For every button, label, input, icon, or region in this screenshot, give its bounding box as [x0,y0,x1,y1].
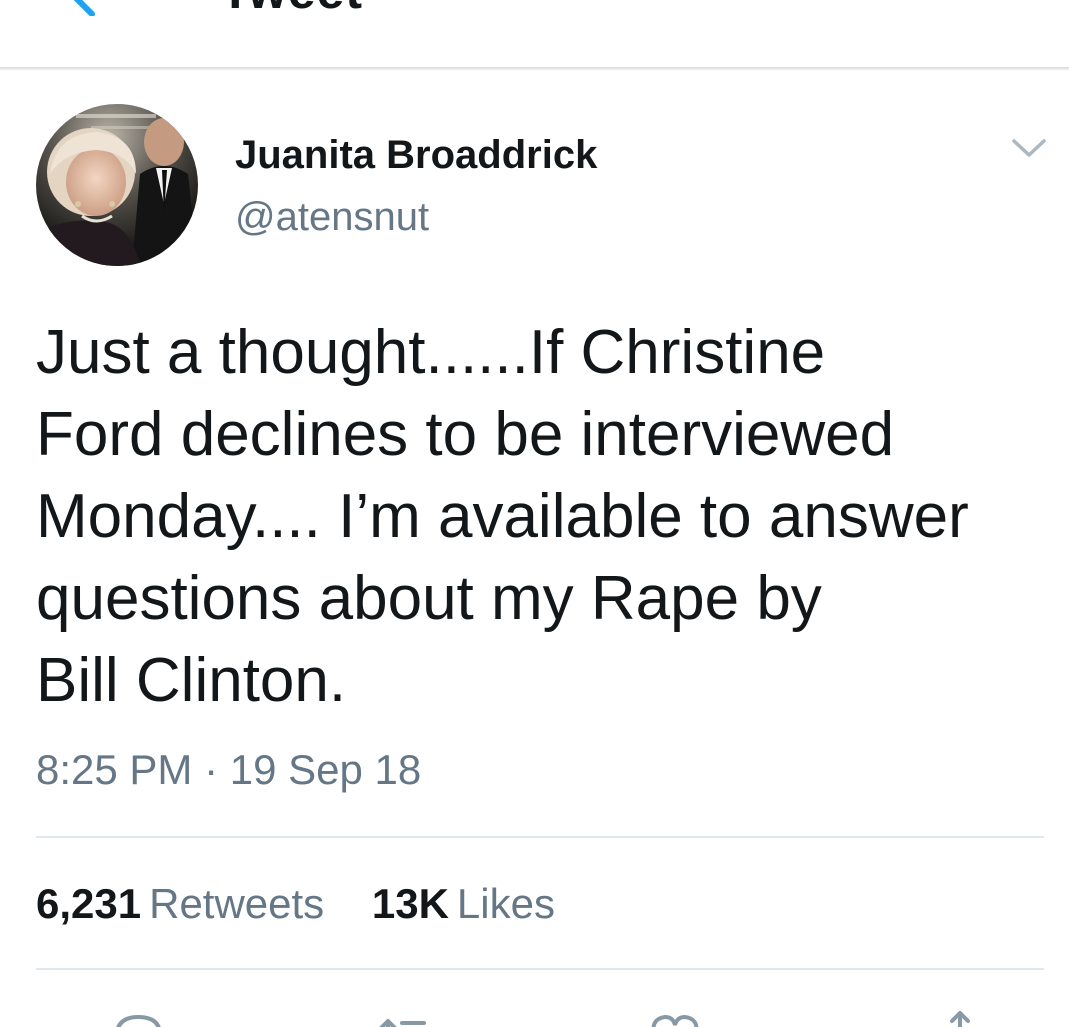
chevron-left-icon[interactable] [58,0,108,16]
likes-count: 13K [371,880,449,927]
avatar[interactable] [36,104,198,266]
tweet-page: Tweet [0,0,1069,1027]
tweet-text-line: Ford declines to be interviewed [36,400,895,469]
share-icon[interactable] [930,1005,990,1027]
tweet-text-line: Just a thought......If Christine [36,318,826,387]
author-handle[interactable]: @atensnut [235,195,429,240]
tweet-text-line: questions about my Rape by [36,564,822,633]
tweet-text-line: Bill Clinton. [36,646,347,715]
likes-label: Likes [456,880,555,927]
tweet-stats: 6,231 Retweets 13K Likes [36,880,591,928]
tweet-text-line: Monday.... I’m available to answer [36,482,969,551]
retweets-stat[interactable]: 6,231 Retweets [36,880,324,928]
retweets-count: 6,231 [36,880,142,927]
divider [36,968,1044,970]
like-icon[interactable] [645,1005,705,1027]
tweet-timestamp: 8:25 PM · 19 Sep 18 [36,746,422,793]
author-name[interactable]: Juanita Broaddrick [235,133,597,178]
avatar-photo [36,104,198,266]
reply-icon[interactable] [108,1005,168,1027]
chevron-down-icon[interactable] [1010,136,1048,160]
page-title: Tweet [220,0,363,20]
divider [36,836,1044,838]
retweets-label: Retweets [149,880,325,927]
likes-stat[interactable]: 13K Likes [372,880,555,928]
retweet-icon[interactable] [372,1005,432,1027]
header-divider [0,67,1069,71]
navigation-header: Tweet [0,0,1069,68]
tweet-text: Just a thought......If Christine Ford de… [36,312,1036,722]
